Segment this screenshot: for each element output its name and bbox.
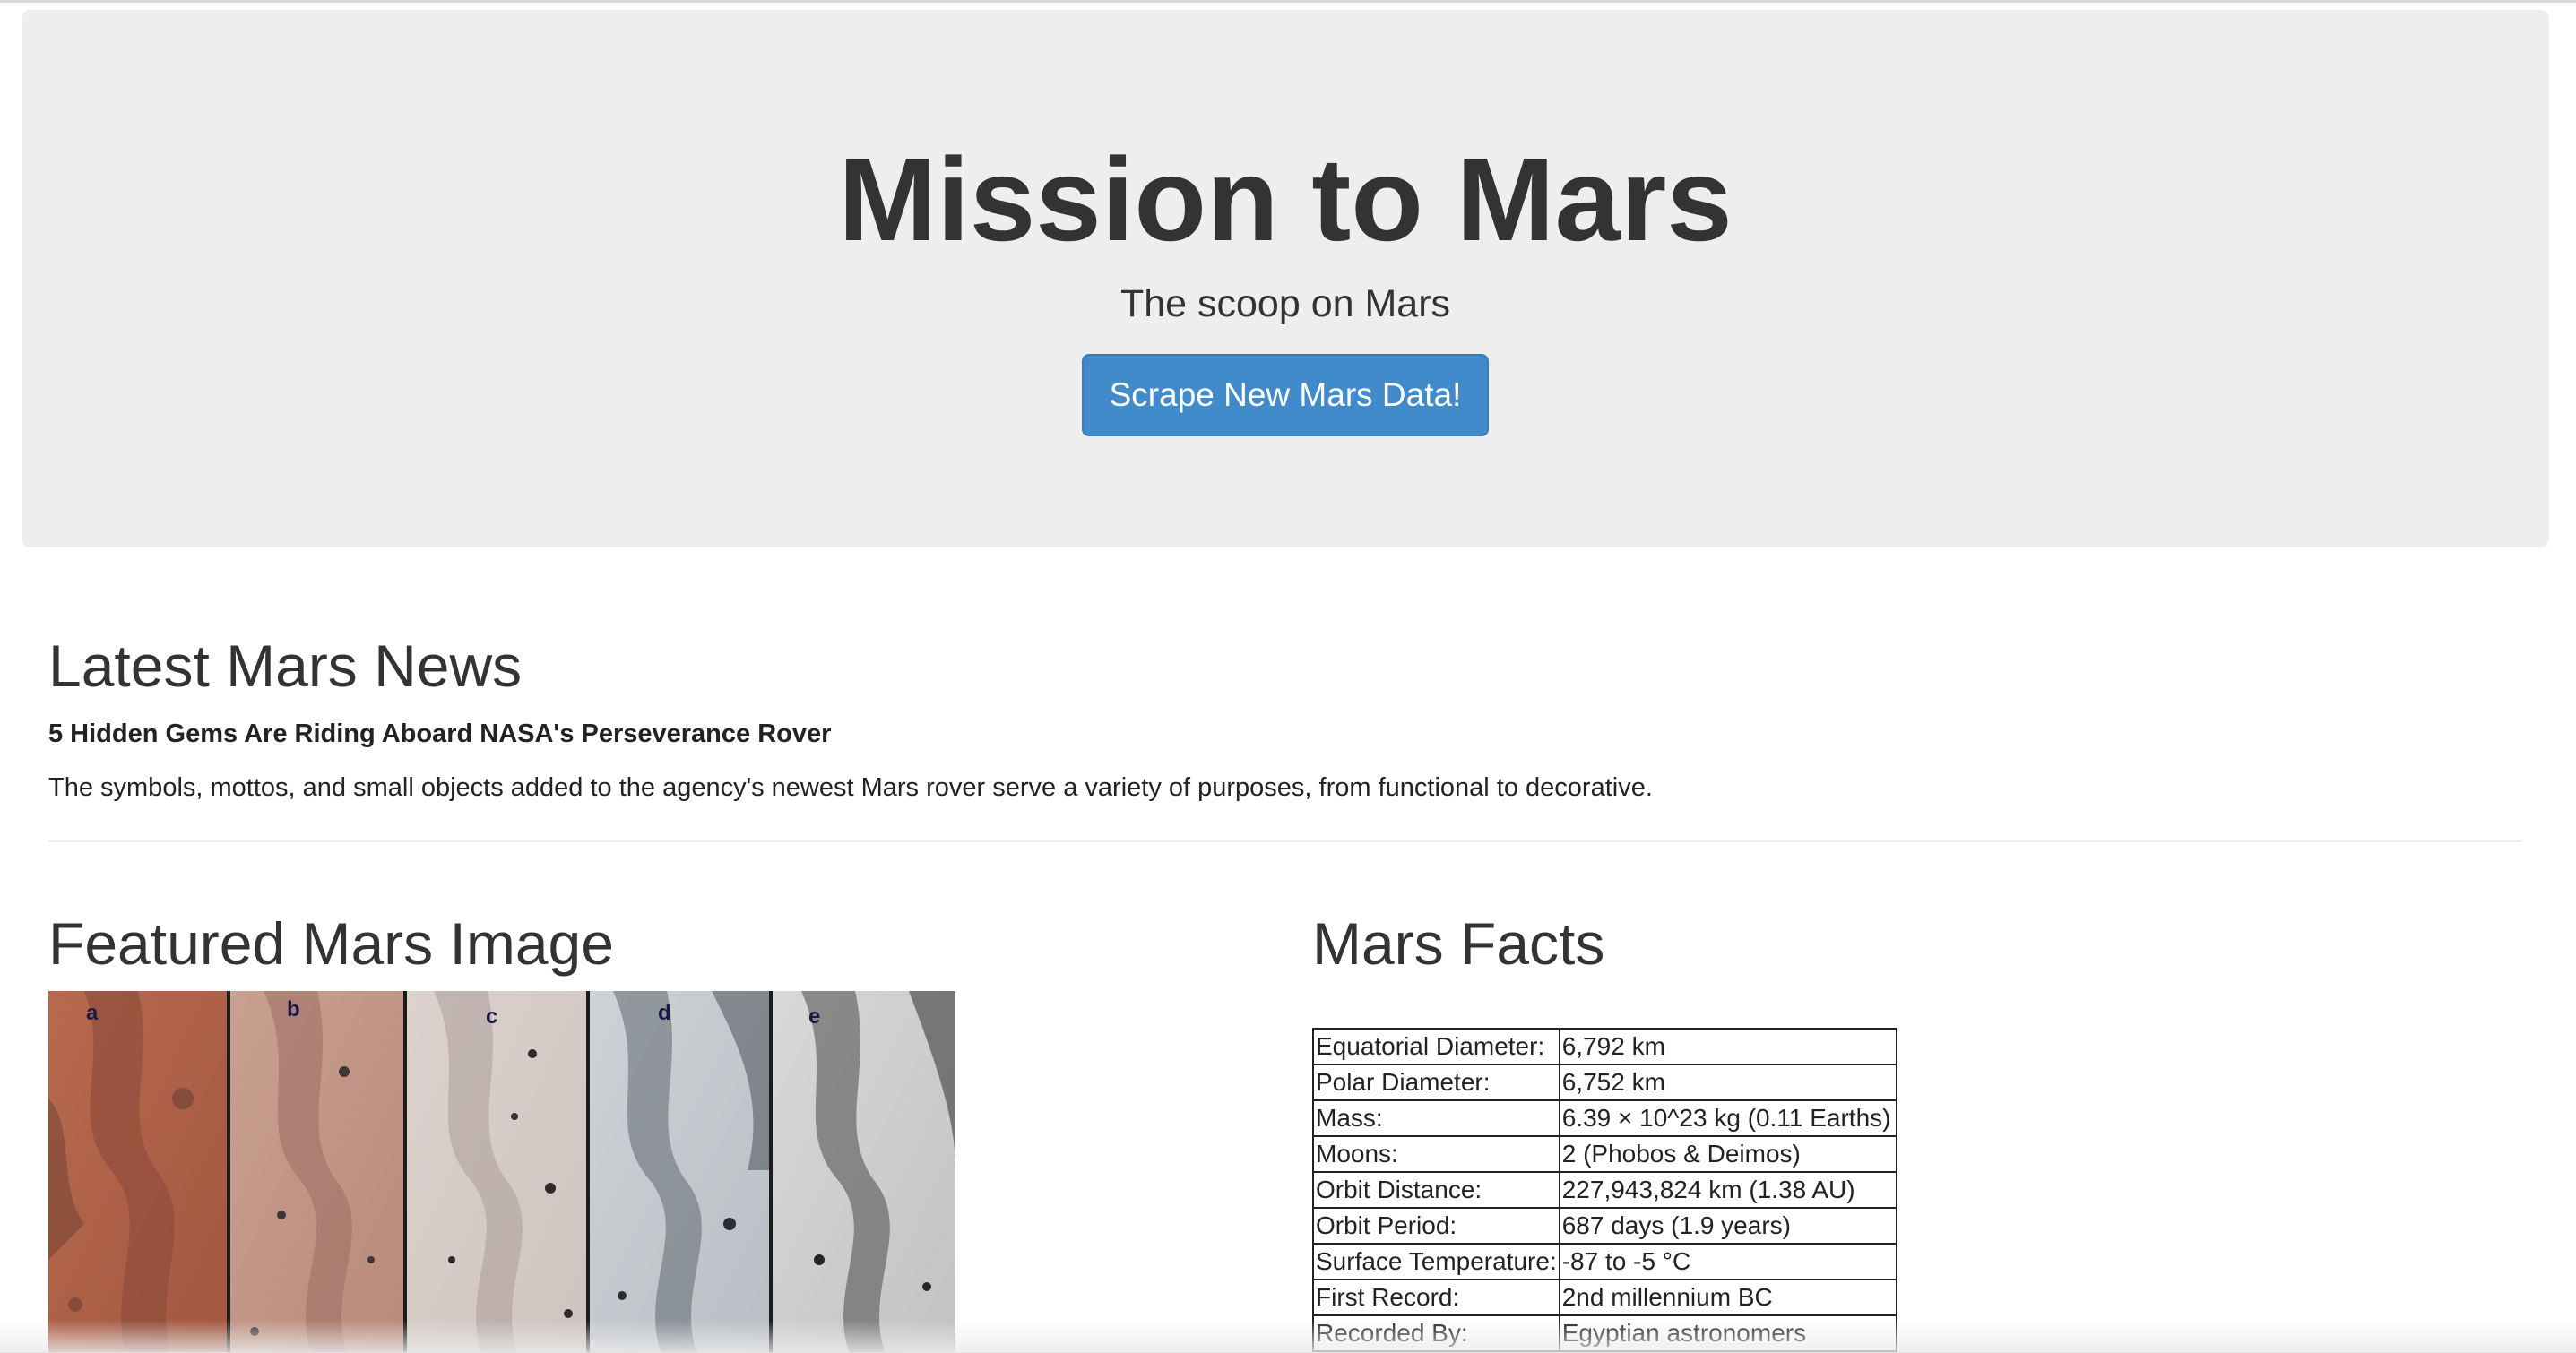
news-heading: Latest Mars News [48,633,523,699]
table-row: Equatorial Diameter: 6,792 km [1312,1028,1897,1065]
fact-value: 2 (Phobos & Deimos) [1558,1135,1897,1173]
featured-mars-image: a b c d e [48,991,955,1353]
image-panel-b [230,991,403,1353]
fact-label: Recorded By: [1312,1314,1560,1352]
table-row: Orbit Period: 687 days (1.9 years) [1312,1207,1897,1245]
fact-value: 687 days (1.9 years) [1558,1207,1897,1245]
fact-value: 227,943,824 km (1.38 AU) [1558,1171,1897,1209]
fact-value: Egyptian astronomers [1558,1314,1897,1352]
page: Mission to Mars The scoop on Mars Scrape… [0,0,2576,1353]
page-subtitle: The scoop on Mars [1119,282,1451,325]
fact-value: 6,792 km [1558,1028,1897,1065]
fact-value: 6,752 km [1558,1064,1897,1101]
image-panel-d [590,991,769,1353]
table-row: Mass: 6.39 × 10^23 kg (0.11 Earths) [1312,1099,1897,1137]
scrape-button[interactable]: Scrape New Mars Data! [1082,354,1489,436]
fact-label: Orbit Period: [1312,1207,1560,1245]
fact-label: Equatorial Diameter: [1312,1028,1560,1065]
page-title: Mission to Mars [838,134,1733,265]
table-row: First Record: 2nd millennium BC [1312,1279,1897,1316]
panel-label-d: d [658,1001,671,1025]
panel-label-b: b [287,997,300,1021]
table-row: Surface Temperature: -87 to -5 °C [1312,1243,1897,1280]
panel-label-a: a [86,1001,99,1025]
table-row: Orbit Distance: 227,943,824 km (1.38 AU) [1312,1171,1897,1209]
fact-label: Mass: [1312,1099,1560,1137]
fact-value: -87 to -5 °C [1558,1243,1897,1280]
panel-label-c: c [486,1004,497,1029]
featured-image-graphic: a b c d e [48,991,955,1353]
fact-value: 2nd millennium BC [1558,1279,1897,1316]
panel-label-e: e [808,1004,820,1029]
jumbotron: Mission to Mars The scoop on Mars Scrape… [22,10,2549,547]
fact-label: Polar Diameter: [1312,1064,1560,1101]
fact-label: Surface Temperature: [1312,1243,1560,1280]
fact-label: Moons: [1312,1135,1560,1173]
table-row: Recorded By: Egyptian astronomers [1312,1314,1897,1352]
fact-label: First Record: [1312,1279,1560,1316]
table-row: Moons: 2 (Phobos & Deimos) [1312,1135,1897,1173]
table-row: Polar Diameter: 6,752 km [1312,1064,1897,1101]
image-panel-e [773,991,955,1353]
mars-facts-heading: Mars Facts [1312,910,1605,977]
fact-value: 6.39 × 10^23 kg (0.11 Earths) [1558,1099,1897,1137]
image-panel-c [407,991,586,1353]
section-divider [48,840,2522,842]
image-panel-a [48,991,228,1353]
featured-image-heading: Featured Mars Image [48,910,614,977]
mars-facts-table: Equatorial Diameter: 6,792 km Polar Diam… [1312,1028,1897,1352]
news-title: 5 Hidden Gems Are Riding Aboard NASA's P… [48,720,832,748]
news-teaser: The symbols, mottos, and small objects a… [48,773,1653,802]
fact-label: Orbit Distance: [1312,1171,1560,1209]
